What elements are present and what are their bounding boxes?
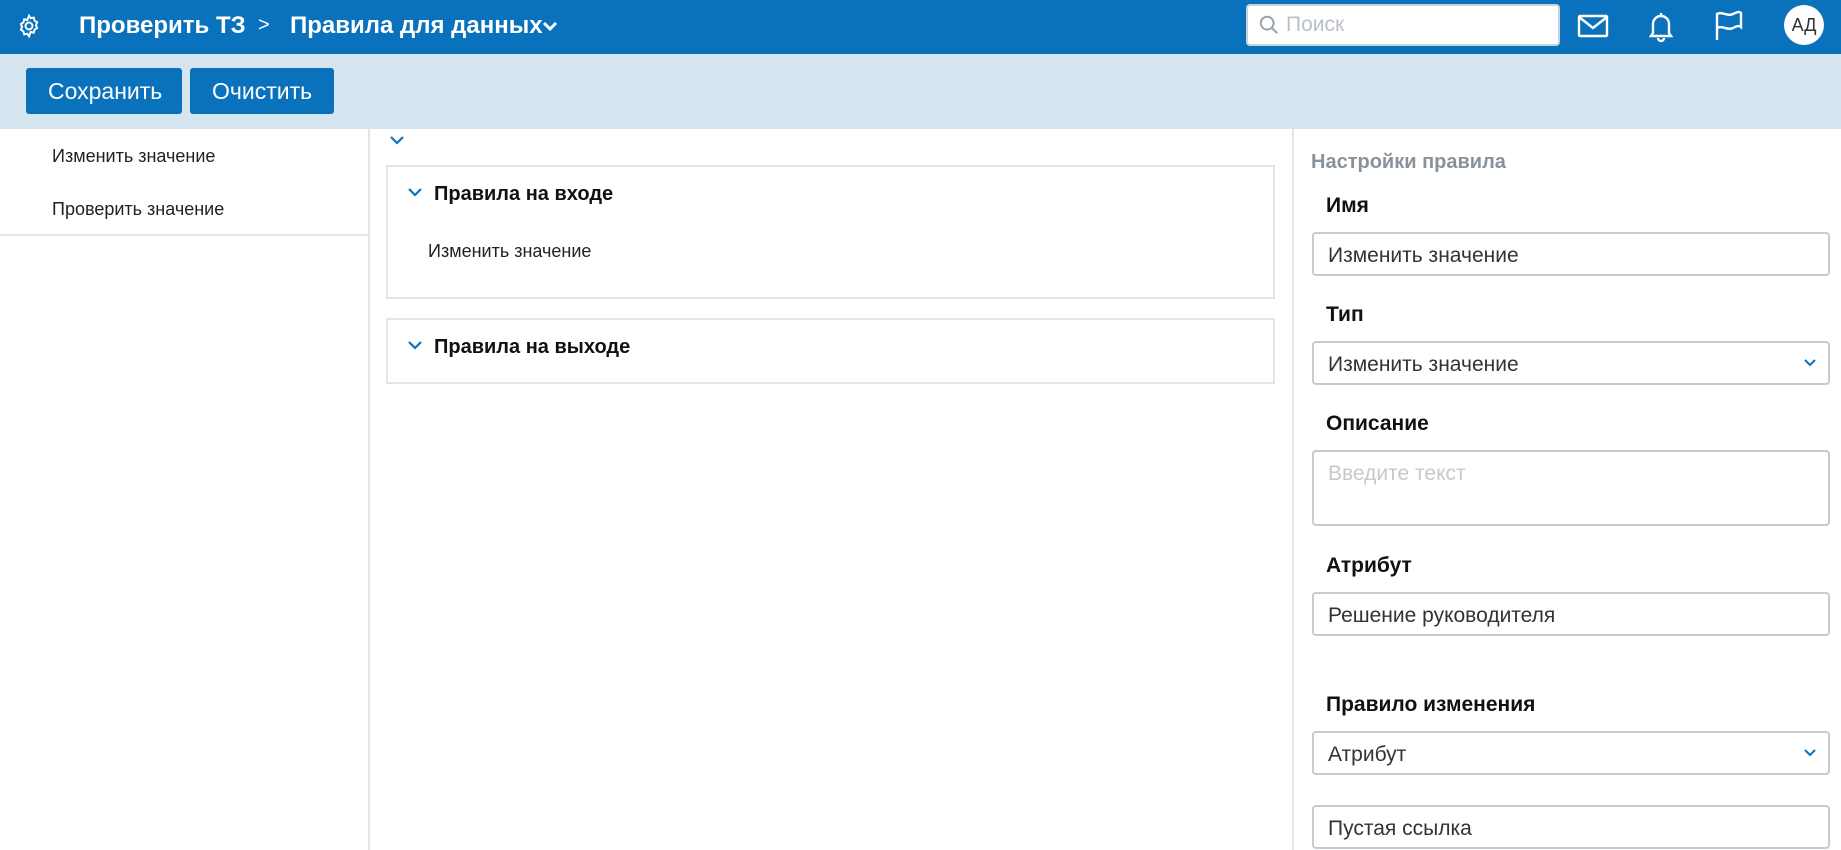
mail-icon[interactable]: [1576, 9, 1610, 43]
chevron-down-icon: [1804, 749, 1816, 757]
panel-title-input-rules[interactable]: Правила на входе: [434, 183, 613, 206]
change-rule-select-value: Атрибут: [1328, 743, 1407, 766]
link-field[interactable]: Пустая ссылка: [1312, 805, 1830, 849]
panel-title-output-rules[interactable]: Правила на выходе: [434, 336, 630, 359]
breadcrumb-project[interactable]: Проверить ТЗ: [79, 12, 246, 40]
chevron-down-icon[interactable]: [540, 16, 560, 36]
toolbar: Сохранить Очистить: [0, 54, 1841, 129]
name-field-value: Изменить значение: [1328, 244, 1519, 267]
attribute-field-value: Решение руководителя: [1328, 604, 1556, 627]
search-icon: [1259, 15, 1278, 34]
rules-sidebar: Изменить значение Проверить значение: [0, 129, 370, 850]
description-field[interactable]: Введите текст: [1312, 450, 1830, 526]
sidebar-item-check-value[interactable]: Проверить значение: [52, 199, 224, 220]
chevron-right-icon: >: [258, 14, 270, 36]
bell-icon[interactable]: [1644, 9, 1678, 43]
change-rule-select[interactable]: Атрибут: [1312, 731, 1830, 775]
chevron-down-icon: [1804, 359, 1816, 367]
search-input[interactable]: [1286, 12, 1546, 38]
chevron-down-icon[interactable]: [406, 336, 424, 354]
link-field-value: Пустая ссылка: [1328, 817, 1472, 840]
type-select-value: Изменить значение: [1328, 353, 1519, 376]
settings-title: Настройки правила: [1311, 151, 1506, 173]
collapse-chevron-icon[interactable]: [388, 131, 406, 149]
sidebar-divider: [0, 234, 368, 236]
gear-icon[interactable]: [16, 13, 42, 39]
save-button[interactable]: Сохранить: [26, 68, 182, 114]
sidebar-item-change-value[interactable]: Изменить значение: [52, 146, 215, 167]
input-rules-panel: Правила на входе Изменить значение: [386, 165, 1275, 299]
attribute-label: Атрибут: [1326, 554, 1412, 577]
clear-button[interactable]: Очистить: [190, 68, 334, 114]
flag-icon[interactable]: [1712, 9, 1746, 43]
rule-settings-pane: Настройки правила Имя Изменить значение …: [1292, 129, 1841, 850]
description-placeholder: Введите текст: [1328, 462, 1466, 485]
name-field[interactable]: Изменить значение: [1312, 232, 1830, 276]
breadcrumb-page[interactable]: Правила для данных: [290, 12, 543, 40]
avatar[interactable]: АД: [1784, 5, 1824, 45]
list-item[interactable]: Изменить значение: [428, 241, 591, 262]
type-label: Тип: [1326, 303, 1364, 326]
name-label: Имя: [1326, 194, 1369, 217]
type-select[interactable]: Изменить значение: [1312, 341, 1830, 385]
search-box[interactable]: [1246, 4, 1560, 46]
output-rules-panel: Правила на выходе: [386, 318, 1275, 384]
chevron-down-icon[interactable]: [406, 183, 424, 201]
description-label: Описание: [1326, 412, 1429, 435]
top-header: Проверить ТЗ > Правила для данных АД: [0, 0, 1841, 54]
change-rule-label: Правило изменения: [1326, 693, 1536, 716]
attribute-field[interactable]: Решение руководителя: [1312, 592, 1830, 636]
